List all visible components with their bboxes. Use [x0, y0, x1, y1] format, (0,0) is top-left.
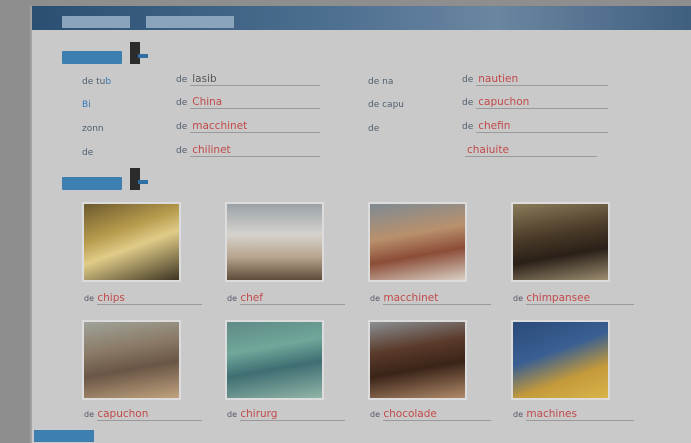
- article-label: de: [462, 75, 474, 85]
- header-chip: [146, 16, 234, 28]
- article-label: de: [462, 122, 474, 132]
- article-label: de: [368, 124, 380, 134]
- answer-field[interactable]: machines: [526, 408, 577, 420]
- photo-surgeon: [225, 320, 324, 400]
- photo-monk-hood: [82, 320, 181, 400]
- caption: de capuchon: [84, 408, 203, 421]
- speaker-icon[interactable]: [130, 42, 148, 64]
- word-row: de: [82, 146, 93, 158]
- photo-chef: [225, 202, 324, 282]
- caption: de machines: [513, 408, 635, 421]
- answer-field[interactable]: capuchon: [97, 408, 148, 420]
- caption: de chef: [227, 292, 346, 305]
- photo-chocolate: [368, 320, 467, 400]
- answer-field[interactable]: chilinet: [190, 144, 321, 157]
- word-row: de tub: [82, 75, 111, 87]
- word-row: de macchinet: [176, 120, 321, 133]
- workbook-page: de tub de lasib Bi de China zonn de macchin…: [30, 6, 691, 443]
- answer-field[interactable]: nautien: [476, 73, 609, 86]
- exercise-badge: [62, 50, 122, 64]
- exercise1-header: [62, 42, 154, 64]
- header-banner: [32, 6, 691, 30]
- article-label: de: [176, 98, 188, 108]
- word-row: de China: [176, 96, 321, 109]
- word-row: de capuchon: [462, 96, 609, 109]
- exercise2-header: [62, 168, 154, 190]
- speaker-icon[interactable]: [130, 168, 148, 190]
- caption: de chips: [84, 292, 203, 305]
- word-row: de chefin: [462, 120, 609, 133]
- article-label: de: [176, 146, 188, 156]
- article-label: de na: [368, 77, 394, 87]
- answer-field[interactable]: chaiuite: [465, 144, 597, 157]
- word-row: chaiuite: [462, 144, 597, 157]
- answer-field[interactable]: chefin: [476, 120, 609, 133]
- exercise-badge: [62, 176, 122, 190]
- caption: de chimpansee: [513, 292, 635, 305]
- exercise-badge: [34, 430, 94, 442]
- article-label: de tub: [82, 77, 112, 87]
- photo-chips: [82, 202, 181, 282]
- answer-field[interactable]: capuchon: [476, 96, 609, 109]
- caption: de macchinet: [370, 292, 492, 305]
- article-label: zonn: [82, 124, 104, 134]
- article-label: de: [82, 148, 94, 158]
- answer-field[interactable]: chips: [97, 292, 124, 304]
- answer-field[interactable]: chef: [240, 292, 263, 304]
- article-label: de: [176, 75, 188, 85]
- answer-field[interactable]: chocolade: [383, 408, 437, 420]
- photo-machine: [511, 320, 610, 400]
- word-row: de chilinet: [176, 144, 321, 157]
- header-chip: [62, 16, 130, 28]
- word-row: zonn: [82, 122, 104, 134]
- caption: de chocolade: [370, 408, 492, 421]
- answer-field[interactable]: chimpansee: [526, 292, 590, 304]
- answer-field[interactable]: lasib: [190, 73, 321, 86]
- word-row: de: [368, 122, 379, 134]
- word-row: de lasib: [176, 73, 321, 86]
- word-row: Bi: [82, 98, 91, 110]
- word-row: de na: [368, 75, 393, 87]
- answer-field[interactable]: macchinet: [383, 292, 438, 304]
- answer-field[interactable]: chirurg: [240, 408, 277, 420]
- answer-field[interactable]: macchinet: [190, 120, 321, 133]
- article-label: de: [462, 98, 474, 108]
- article-label: Bi: [82, 100, 91, 110]
- answer-field[interactable]: China: [190, 96, 321, 109]
- article-label: de capu: [368, 100, 404, 110]
- photo-woman-machine: [368, 202, 467, 282]
- word-row: de capu: [368, 98, 404, 110]
- article-label: de: [176, 122, 188, 132]
- caption: de chirurg: [227, 408, 346, 421]
- photo-chimpanzee: [511, 202, 610, 282]
- word-row: de nautien: [462, 73, 609, 86]
